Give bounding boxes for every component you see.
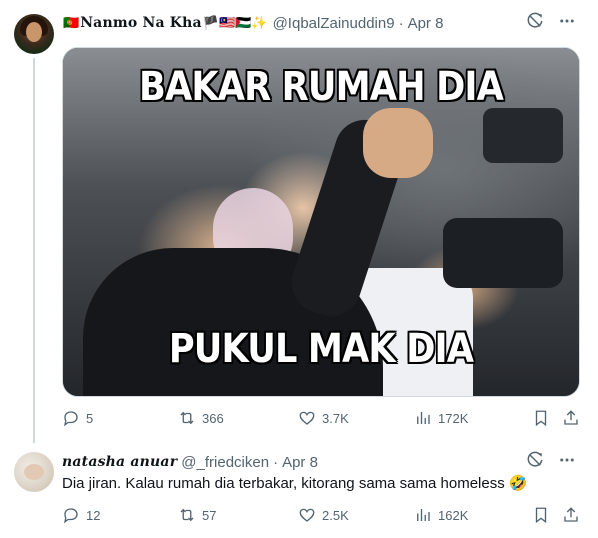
grok-slash-icon[interactable]	[526, 451, 544, 469]
thread-connector-line	[33, 58, 35, 443]
flag-emojis: 🏴🇲🇾🇵🇸✨	[202, 15, 268, 30]
reply-count: 5	[86, 410, 94, 426]
reply-button[interactable]: 5	[62, 409, 93, 427]
bookmark-icon	[532, 409, 550, 427]
bookmark-button[interactable]	[532, 409, 550, 427]
tweet-action-bar: 5 366 3.7K 172K	[62, 409, 578, 429]
share-upload-icon	[562, 506, 580, 524]
views-bars-icon	[414, 409, 432, 427]
retweet-arrows-icon	[178, 506, 196, 524]
reply-display-name[interactable]: natasha anuar	[62, 454, 177, 470]
reply-button[interactable]: 12	[62, 506, 100, 524]
reply-text: Dia jiran. Kalau rumah dia terbakar, kit…	[62, 475, 528, 492]
reply-avatar-shape	[24, 464, 44, 480]
reply-bubble-icon	[62, 506, 80, 524]
heart-icon	[298, 409, 316, 427]
photo-camera	[443, 218, 563, 288]
like-count: 2.5K	[322, 507, 349, 523]
retweet-button[interactable]: 366	[178, 409, 224, 427]
avatar[interactable]	[14, 14, 54, 54]
reply-separator-dot: ·	[273, 453, 279, 471]
views-button[interactable]: 172K	[414, 409, 468, 427]
user-handle[interactable]: @IqbalZainuddin9	[273, 15, 395, 32]
retweet-count: 57	[202, 507, 217, 523]
share-button[interactable]	[562, 506, 580, 524]
retweet-arrows-icon	[178, 409, 196, 427]
reply-header: natasha anuar @_friedciken · Apr 8	[62, 451, 318, 473]
like-button[interactable]: 2.5K	[298, 506, 349, 524]
tweet-header: 🇵🇹 Nanmo Na Kha 🏴🇲🇾🇵🇸✨ @IqbalZainuddin9 …	[62, 12, 443, 34]
reply-action-bar: 12 57 2.5K 162K	[62, 506, 578, 526]
share-upload-icon	[562, 409, 580, 427]
image-caption-top: BAKAR RUMAH DIA	[139, 64, 504, 110]
flag-emoji: 🇵🇹	[63, 15, 80, 30]
views-count: 162K	[438, 507, 469, 523]
reply-header-actions	[526, 451, 576, 469]
reply-count: 12	[86, 507, 101, 523]
like-count: 3.7K	[322, 410, 349, 426]
separator-dot: ·	[398, 14, 404, 32]
reply-date[interactable]: Apr 8	[282, 454, 318, 471]
image-caption-bottom: PUKUL MAK DIA	[168, 326, 474, 372]
more-dots-icon[interactable]	[558, 12, 576, 30]
avatar-face	[26, 22, 42, 42]
display-name[interactable]: Nanmo Na Kha	[80, 15, 202, 31]
like-button[interactable]: 3.7K	[298, 409, 349, 427]
tweet-image[interactable]: BAKAR RUMAH DIA PUKUL MAK DIA	[62, 47, 580, 397]
heart-icon	[298, 506, 316, 524]
tweet-date[interactable]: Apr 8	[408, 15, 444, 32]
more-dots-icon[interactable]	[558, 451, 576, 469]
bookmark-button[interactable]	[532, 506, 550, 524]
share-button[interactable]	[562, 409, 580, 427]
grok-slash-icon[interactable]	[526, 12, 544, 30]
reply-user-handle[interactable]: @_friedciken	[181, 454, 269, 471]
retweet-button[interactable]: 57	[178, 506, 216, 524]
photo-fist	[363, 108, 433, 178]
bookmark-icon	[532, 506, 550, 524]
retweet-count: 366	[202, 410, 224, 426]
photo-camera-back	[483, 108, 563, 163]
reply-avatar[interactable]	[14, 452, 54, 492]
views-button[interactable]: 162K	[414, 506, 468, 524]
tweet-header-actions	[526, 12, 576, 30]
views-bars-icon	[414, 506, 432, 524]
reply-bubble-icon	[62, 409, 80, 427]
views-count: 172K	[438, 410, 469, 426]
